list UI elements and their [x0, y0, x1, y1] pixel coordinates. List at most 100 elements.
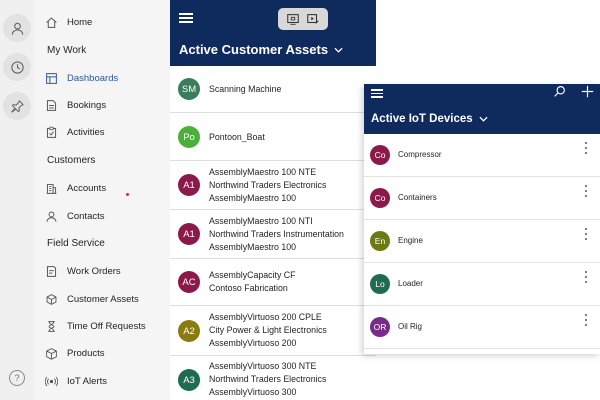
section-heading-field-service: Field Service [47, 238, 105, 249]
asset-name: AssemblyVirtuoso 300 NTE [209, 361, 317, 371]
list-item[interactable]: SM Scanning Machine [170, 66, 376, 113]
asset-account: Northwind Traders Instrumentation [209, 229, 344, 240]
list-item[interactable]: En Engine [364, 220, 600, 263]
sidebar-item-label: Bookings [67, 99, 107, 111]
sidebar-item-label: Time Off Requests [67, 320, 146, 332]
asset-text: AssemblyMaestro 100 NTI Northwind Trader… [209, 215, 344, 255]
list-item[interactable]: A1 AssemblyMaestro 100 NTI Northwind Tra… [170, 210, 376, 259]
list-item[interactable]: Po Pontoon_Boat [170, 113, 376, 161]
sidebar-item-products[interactable]: Products [34, 342, 170, 364]
view-selector[interactable]: Active IoT Devices [371, 113, 488, 125]
sidebar-item-activities[interactable]: Activities [34, 121, 170, 143]
list-item[interactable]: OR Oil Rig [364, 306, 600, 349]
list-item[interactable]: Lo Loader [364, 263, 600, 306]
help-icon[interactable]: ? [9, 370, 25, 386]
asset-product: AssemblyMaestro 100 [209, 242, 297, 253]
clipboard-icon [45, 126, 58, 139]
sidebar-item-label: IoT Alerts [67, 375, 107, 387]
pinned-button[interactable] [3, 92, 31, 120]
avatar: Co [370, 145, 390, 165]
avatar: Po [178, 126, 200, 148]
asset-text: AssemblyVirtuoso 300 NTE Northwind Trade… [209, 360, 326, 400]
device-name: Compressor [398, 150, 442, 159]
sidebar-item-bookings[interactable]: Bookings [34, 94, 170, 116]
sidebar-item-label: Home [67, 16, 93, 28]
panel-title: Active IoT Devices [371, 113, 473, 125]
sidebar-item-dashboards[interactable]: Dashboards [34, 67, 170, 89]
sidebar-item-label: Activities [67, 126, 105, 138]
avatar: A2 [178, 320, 200, 342]
customer-assets-panel: Active Customer Assets SM Scanning Machi… [170, 0, 376, 400]
sidebar-item-label: Products [67, 347, 105, 359]
search-icon[interactable] [553, 85, 566, 98]
asset-name: AssemblyVirtuoso 200 CPLE [209, 312, 322, 322]
menu-icon[interactable] [179, 13, 193, 23]
list-item[interactable]: A1 AssemblyMaestro 100 NTE Northwind Tra… [170, 161, 376, 210]
notification-dot [126, 193, 129, 196]
assets-header: Active Customer Assets [170, 0, 376, 66]
list-item[interactable]: A3 AssemblyVirtuoso 300 NTE Northwind Tr… [170, 356, 376, 400]
asset-text: AssemblyMaestro 100 NTE Northwind Trader… [209, 166, 326, 206]
view-selector[interactable]: Active Customer Assets [179, 42, 343, 57]
list-item[interactable]: AC AssemblyCapacity CF Contoso Fabricati… [170, 259, 376, 306]
section-heading-my-work: My Work [47, 45, 87, 56]
pin-icon [10, 99, 24, 113]
chevron-down-icon [334, 47, 343, 53]
avatar: Lo [370, 274, 390, 294]
avatar: En [370, 231, 390, 251]
add-icon[interactable] [581, 85, 594, 98]
asset-account: Contoso Fabrication [209, 283, 288, 294]
work-order-icon [45, 265, 58, 278]
box-icon [45, 347, 58, 360]
sidebar-item-home[interactable]: Home [34, 11, 170, 33]
screen-share-icon[interactable] [286, 12, 300, 26]
video-edit-icon[interactable] [306, 12, 320, 26]
list-item[interactable]: Co Containers [364, 177, 600, 220]
sidebar-item-work-orders[interactable]: Work Orders [34, 260, 170, 282]
avatar: SM [178, 78, 200, 100]
asset-name: AssemblyMaestro 100 NTE [209, 167, 317, 177]
asset-name: AssemblyMaestro 100 NTI [209, 216, 313, 226]
more-options-icon[interactable] [584, 228, 588, 240]
more-options-icon[interactable] [584, 314, 588, 326]
sidebar-item-label: Work Orders [67, 265, 121, 277]
more-options-icon[interactable] [584, 185, 588, 197]
asset-account: City Power & Light Electronics [209, 325, 327, 336]
profile-button[interactable] [3, 14, 31, 42]
more-options-icon[interactable] [584, 271, 588, 283]
bookings-icon [45, 99, 58, 112]
menu-icon[interactable] [371, 89, 383, 99]
avatar: A1 [178, 174, 200, 196]
asset-text: AssemblyCapacity CF Contoso Fabrication [209, 269, 296, 295]
cube-icon [45, 293, 58, 306]
sidebar-item-accounts[interactable]: Accounts [34, 177, 170, 199]
asset-account: Northwind Traders Electronics [209, 374, 327, 385]
device-name: Oil Rig [398, 322, 423, 331]
recent-button[interactable] [3, 53, 31, 81]
avatar: Co [370, 188, 390, 208]
device-name: Containers [398, 193, 437, 202]
iot-alert-icon [45, 375, 58, 388]
sitemap-nav: Home My Work Dashboards Bookings Activit… [34, 0, 170, 400]
sidebar-item-label: Accounts [67, 182, 107, 194]
asset-product: AssemblyMaestro 100 [209, 193, 297, 204]
sidebar-item-iot-alerts[interactable]: IoT Alerts [34, 370, 170, 392]
section-heading-customers: Customers [47, 155, 96, 166]
sidebar-item-customer-assets[interactable]: Customer Assets [34, 288, 170, 310]
sidebar-item-label: Contacts [67, 210, 105, 222]
home-icon [45, 16, 58, 29]
app-rail: ? [0, 0, 34, 400]
list-item[interactable]: A2 AssemblyVirtuoso 200 CPLE City Power … [170, 306, 376, 356]
sidebar-item-time-off-requests[interactable]: Time Off Requests [34, 315, 170, 337]
list-item[interactable]: Co Compressor [364, 134, 600, 177]
asset-product: AssemblyVirtuoso 200 [209, 338, 297, 349]
person-icon [11, 22, 23, 35]
more-options-icon[interactable] [584, 142, 588, 154]
device-name: Engine [398, 236, 423, 245]
building-icon [45, 182, 58, 195]
sidebar-item-label: Customer Assets [67, 293, 139, 305]
hourglass-icon [45, 320, 58, 333]
sidebar-item-contacts[interactable]: Contacts [34, 205, 170, 227]
clock-icon [10, 60, 24, 74]
page-title: Active Customer Assets [179, 42, 329, 57]
